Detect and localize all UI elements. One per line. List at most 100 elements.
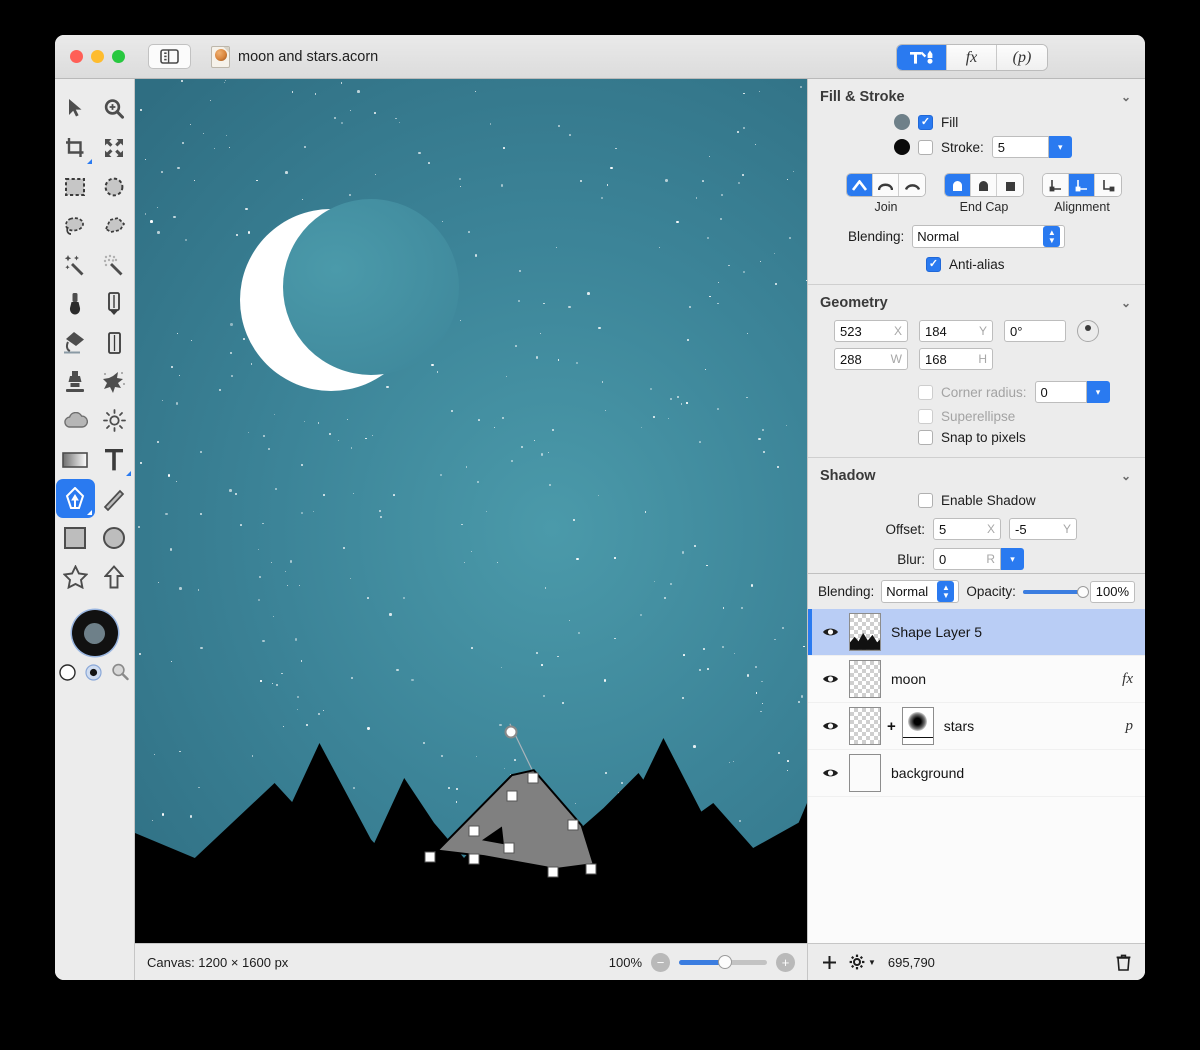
layer-badge[interactable]: p <box>1126 718 1134 735</box>
shadow-offset-x-field[interactable]: 5 X <box>933 518 1001 540</box>
antialias-checkbox[interactable] <box>926 257 941 272</box>
layer-visibility-toggle[interactable] <box>822 720 839 732</box>
polygon-lasso-tool[interactable] <box>95 206 134 245</box>
shape-handle[interactable] <box>503 842 515 854</box>
tab-effects[interactable]: fx <box>947 45 997 70</box>
arrow-shape-tool[interactable] <box>95 557 134 596</box>
zoom-button[interactable] <box>112 50 125 63</box>
stroke-checkbox[interactable] <box>918 139 933 155</box>
shape-handle[interactable] <box>506 790 518 802</box>
shadow-offset-y-field[interactable]: -5 Y <box>1009 518 1077 540</box>
layer-settings-menu[interactable]: ▼ <box>849 954 876 970</box>
crop-tool[interactable] <box>56 128 95 167</box>
corner-radius-field[interactable]: 0 <box>1034 381 1087 403</box>
shape-handle[interactable] <box>468 825 480 837</box>
zoom-slider-knob[interactable] <box>717 955 732 969</box>
clone-stamp-tool[interactable] <box>56 362 95 401</box>
shape-handle[interactable] <box>547 866 559 878</box>
rotation-dial[interactable] <box>1077 320 1099 342</box>
layer-badge[interactable]: fx <box>1122 671 1133 688</box>
half-circle-icon[interactable] <box>59 663 76 681</box>
alignment-inside-button[interactable] <box>1043 174 1069 196</box>
shape-handle[interactable] <box>527 772 539 784</box>
layer-row-background[interactable]: background <box>808 750 1145 797</box>
chevron-down-icon[interactable]: ⌄ <box>1121 90 1131 104</box>
stroke-width-field[interactable]: 5 <box>991 136 1049 158</box>
text-tool[interactable] <box>95 440 134 479</box>
layer-opacity-slider[interactable] <box>1022 585 1089 598</box>
pen-tool[interactable] <box>55 479 95 518</box>
enable-shadow-checkbox[interactable] <box>918 493 933 508</box>
line-tool[interactable] <box>95 479 134 518</box>
fill-checkbox[interactable] <box>918 114 933 130</box>
fill-color-swatch[interactable] <box>894 114 910 130</box>
endcap-square-button[interactable] <box>997 174 1023 196</box>
transform-tool[interactable] <box>95 128 134 167</box>
dodge-tool[interactable] <box>95 401 134 440</box>
tab-tools[interactable] <box>897 45 947 70</box>
stroke-width-dropdown[interactable]: ▾ <box>1048 136 1072 158</box>
eraser-tool[interactable] <box>95 323 134 362</box>
tab-palette[interactable]: (p) <box>997 45 1047 70</box>
join-miter-button[interactable] <box>847 174 873 196</box>
sidebar-toggle-button[interactable] <box>148 44 191 69</box>
shadow-section-header[interactable]: Shadow ⌄ <box>808 458 1145 490</box>
shadow-blur-field[interactable]: 0 R <box>933 548 1001 570</box>
join-bevel-button[interactable] <box>899 174 925 196</box>
layer-row-stars[interactable]: + stars p <box>808 703 1145 750</box>
zoom-out-button[interactable]: − <box>651 952 670 972</box>
stroke-color-swatch[interactable] <box>894 139 910 155</box>
geometry-w-field[interactable]: 288 W <box>834 348 908 370</box>
layer-blending-popup[interactable]: Normal ▲ ▼ <box>881 580 960 603</box>
zoom-slider[interactable] <box>679 955 767 969</box>
pencil-tool[interactable] <box>95 284 134 323</box>
target-dot-icon[interactable] <box>85 663 102 681</box>
alignment-center-button[interactable] <box>1069 174 1095 196</box>
instant-alpha-tool[interactable] <box>95 245 134 284</box>
shape-handle[interactable] <box>585 863 597 875</box>
endcap-round-button[interactable] <box>971 174 997 196</box>
move-tool[interactable] <box>56 89 95 128</box>
lasso-tool[interactable] <box>56 206 95 245</box>
zoom-tool[interactable] <box>95 89 134 128</box>
layer-opacity-field[interactable]: 100% <box>1089 580 1135 603</box>
blending-popup[interactable]: Normal ▲ ▼ <box>912 225 1066 248</box>
chevron-down-icon[interactable]: ⌄ <box>1121 469 1131 483</box>
layer-visibility-toggle[interactable] <box>822 626 839 638</box>
minimize-button[interactable] <box>91 50 104 63</box>
magnifier-icon[interactable] <box>111 663 130 681</box>
geometry-section-header[interactable]: Geometry ⌄ <box>808 285 1145 317</box>
endcap-butt-button[interactable] <box>945 174 971 196</box>
zoom-in-button[interactable]: + <box>776 952 795 972</box>
layer-visibility-toggle[interactable] <box>822 767 839 779</box>
geometry-h-field[interactable]: 168 H <box>919 348 993 370</box>
fill-stroke-section-header[interactable]: Fill & Stroke ⌄ <box>808 79 1145 111</box>
star-shape-tool[interactable] <box>56 557 95 596</box>
image-canvas[interactable] <box>135 79 807 943</box>
foreground-color-swatch[interactable] <box>84 622 105 644</box>
layer-visibility-toggle[interactable] <box>822 673 839 685</box>
shadow-blur-dropdown[interactable]: ▾ <box>1001 548 1024 570</box>
join-round-button[interactable] <box>873 174 899 196</box>
rectangle-shape-tool[interactable] <box>56 518 95 557</box>
close-button[interactable] <box>70 50 83 63</box>
ellipse-shape-tool[interactable] <box>95 518 134 557</box>
layer-blending-stepper-icon[interactable]: ▲ ▼ <box>937 581 955 602</box>
ellipse-select-tool[interactable] <box>95 167 134 206</box>
shape-handle[interactable] <box>468 853 480 865</box>
alignment-outside-button[interactable] <box>1095 174 1121 196</box>
chevron-down-icon[interactable]: ⌄ <box>1121 296 1131 310</box>
canvas-viewport[interactable] <box>135 79 807 943</box>
brush-tool[interactable] <box>56 284 95 323</box>
snap-to-pixels-checkbox[interactable] <box>918 430 933 445</box>
paint-bucket-tool[interactable] <box>56 323 95 362</box>
rectangle-select-tool[interactable] <box>56 167 95 206</box>
layer-mask-thumbnail[interactable] <box>901 707 934 745</box>
geometry-x-field[interactable]: 523 X <box>834 320 908 342</box>
superellipse-checkbox[interactable] <box>918 409 933 424</box>
corner-radius-checkbox[interactable] <box>918 384 933 400</box>
trash-icon[interactable] <box>1116 954 1131 971</box>
blending-stepper-icon[interactable]: ▲ ▼ <box>1043 226 1061 247</box>
opacity-slider-knob[interactable] <box>1076 585 1089 598</box>
shape-handle[interactable] <box>424 851 436 863</box>
